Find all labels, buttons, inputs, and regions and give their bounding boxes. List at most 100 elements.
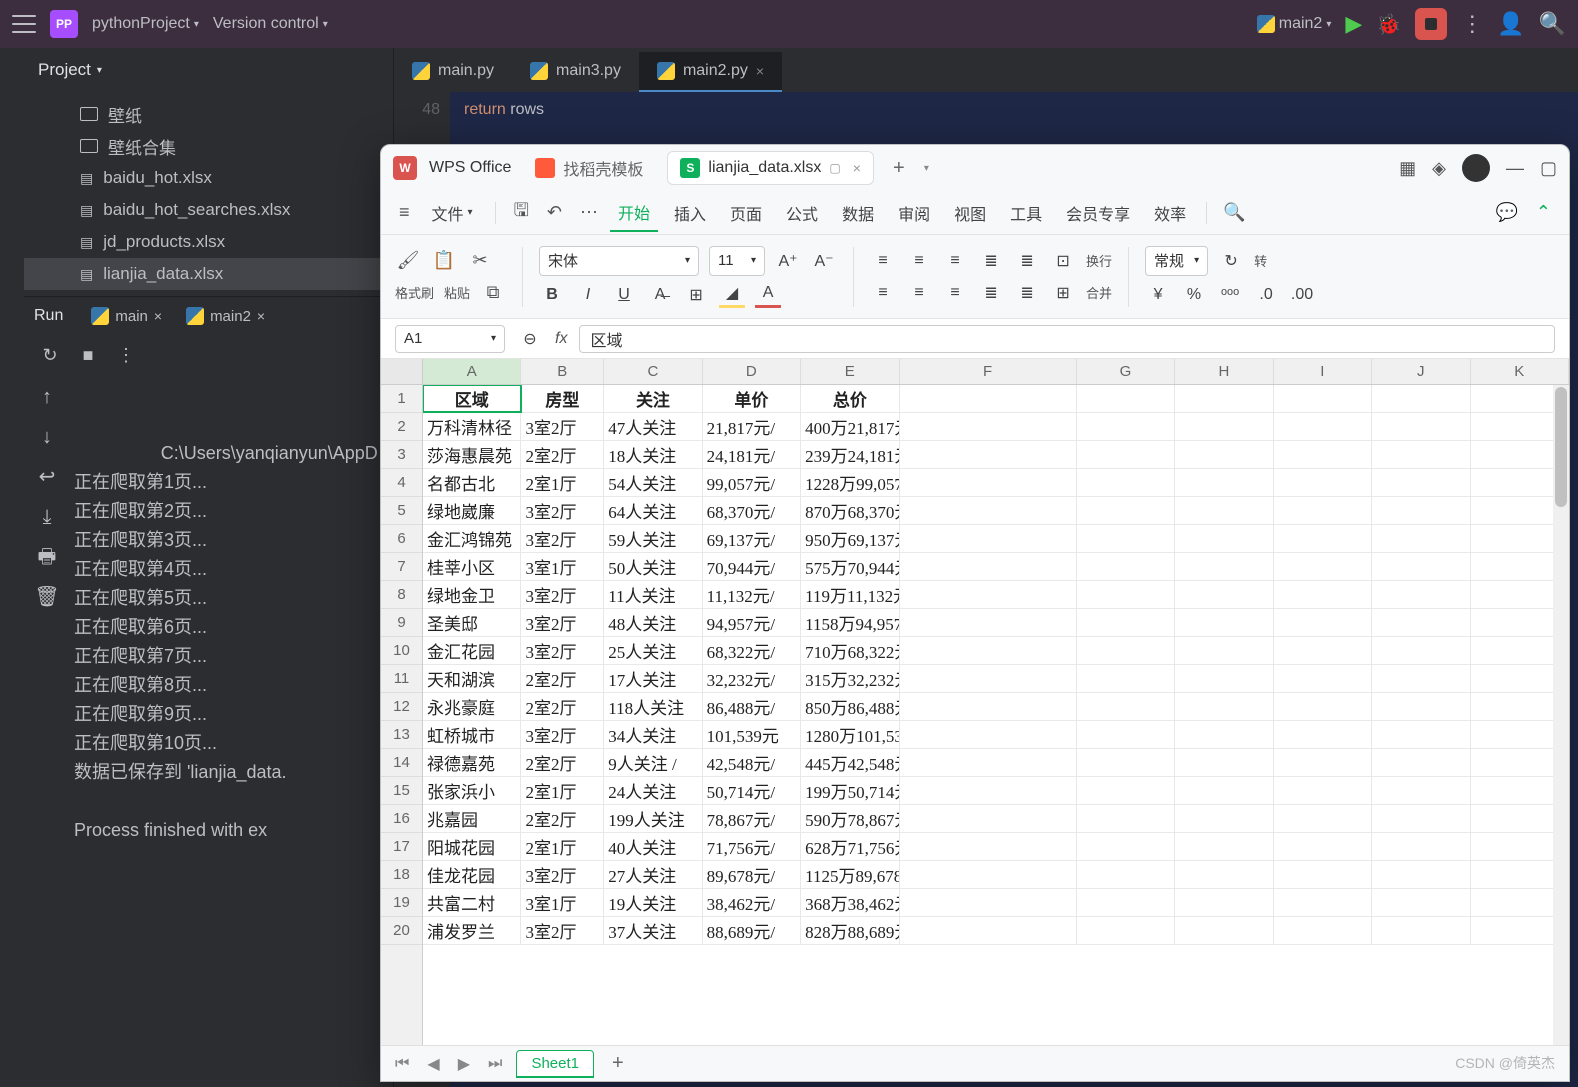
cell[interactable] <box>1274 609 1372 636</box>
cell[interactable] <box>1175 749 1273 776</box>
italic-button[interactable]: I <box>575 282 601 308</box>
view-tab[interactable]: 视图 <box>946 195 994 231</box>
cell[interactable] <box>1274 637 1372 664</box>
cell[interactable]: 3室2厅 <box>521 917 604 944</box>
wrap-icon[interactable]: ⊡ <box>1050 248 1076 274</box>
cell[interactable] <box>900 805 1077 832</box>
formula-input[interactable]: 区域 <box>579 325 1555 353</box>
dec-dec-icon[interactable]: .00 <box>1289 282 1315 308</box>
cell[interactable]: 9人关注 / <box>604 749 702 776</box>
cell[interactable] <box>900 497 1077 524</box>
cell[interactable] <box>1175 609 1273 636</box>
insert-tab[interactable]: 插入 <box>666 195 714 231</box>
cell[interactable]: 400万21,817元/平 <box>801 413 899 440</box>
row-header[interactable]: 15 <box>381 777 422 805</box>
cell[interactable]: 圣美邸 <box>423 609 521 636</box>
cell[interactable]: 金汇花园 <box>423 637 521 664</box>
cell[interactable]: 3室2厅 <box>521 413 604 440</box>
cell[interactable] <box>1175 833 1273 860</box>
cell[interactable]: 89,678元/ <box>703 861 801 888</box>
cell[interactable] <box>1372 749 1470 776</box>
cell[interactable]: 3室2厅 <box>521 721 604 748</box>
cell[interactable]: 40人关注 <box>604 833 702 860</box>
editor-tab[interactable]: main3.py <box>512 52 639 92</box>
cell[interactable] <box>1372 385 1470 412</box>
cell[interactable] <box>900 833 1077 860</box>
tree-item[interactable]: ▤baidu_hot_searches.xlsx <box>24 194 393 226</box>
cell[interactable] <box>900 441 1077 468</box>
bold-button[interactable]: B <box>539 282 565 308</box>
cell[interactable] <box>1274 665 1372 692</box>
cell[interactable] <box>900 777 1077 804</box>
currency-icon[interactable]: ¥ <box>1145 282 1171 308</box>
more-icon[interactable]: ⋮ <box>1461 11 1483 37</box>
file-menu[interactable]: 文件▾ <box>424 195 481 231</box>
scroll-thumb[interactable] <box>1555 387 1567 507</box>
cell[interactable]: 590万78,867元/平 <box>801 805 899 832</box>
cell[interactable]: 34人关注 <box>604 721 702 748</box>
sheet-last-icon[interactable]: ⏭ <box>484 1055 506 1073</box>
cell[interactable] <box>1077 553 1175 580</box>
more-icon[interactable]: ⋮ <box>114 343 138 367</box>
editor-tab[interactable]: main2.py× <box>639 52 782 92</box>
column-header[interactable]: J <box>1372 359 1470 384</box>
cell[interactable]: 虹桥城市 <box>423 721 521 748</box>
cell[interactable]: 37人关注 <box>604 917 702 944</box>
cell[interactable]: 名都古北 <box>423 469 521 496</box>
cell[interactable] <box>1077 833 1175 860</box>
cell[interactable]: 区域 <box>423 385 521 412</box>
cell[interactable]: 2室1厅 <box>521 777 604 804</box>
column-header[interactable]: E <box>801 359 899 384</box>
dec-inc-icon[interactable]: .0 <box>1253 282 1279 308</box>
column-header[interactable]: C <box>604 359 702 384</box>
window-icon[interactable]: ▢ <box>829 161 840 175</box>
fill-color-button[interactable]: ◢ <box>719 282 745 308</box>
cell[interactable] <box>1175 525 1273 552</box>
zoom-out-icon[interactable]: ⊖ <box>517 326 543 352</box>
cell[interactable] <box>1274 525 1372 552</box>
cell[interactable]: 47人关注 <box>604 413 702 440</box>
cell[interactable] <box>1274 889 1372 916</box>
cut-icon[interactable]: ✂ <box>467 248 493 274</box>
sheet-prev-icon[interactable]: ◀ <box>423 1054 443 1074</box>
cell[interactable] <box>1372 609 1470 636</box>
size-select[interactable]: 11▾ <box>709 246 765 276</box>
cell[interactable] <box>1274 917 1372 944</box>
cell[interactable]: 199万50,714元/平 <box>801 777 899 804</box>
cell[interactable] <box>1077 721 1175 748</box>
cell[interactable] <box>900 749 1077 776</box>
row-header[interactable]: 2 <box>381 413 422 441</box>
cell[interactable] <box>1175 777 1273 804</box>
row-header[interactable]: 5 <box>381 497 422 525</box>
row-header[interactable]: 14 <box>381 749 422 777</box>
cell[interactable] <box>1372 721 1470 748</box>
cell[interactable] <box>1175 441 1273 468</box>
cell[interactable]: 88,689元/ <box>703 917 801 944</box>
cell[interactable] <box>1077 385 1175 412</box>
cell[interactable] <box>900 917 1077 944</box>
cell[interactable]: 950万69,137元/平 <box>801 525 899 552</box>
cell[interactable]: 浦发罗兰 <box>423 917 521 944</box>
cell[interactable] <box>1274 581 1372 608</box>
cell[interactable] <box>1077 413 1175 440</box>
column-header[interactable]: D <box>703 359 801 384</box>
cell[interactable] <box>1274 553 1372 580</box>
cell[interactable] <box>1274 833 1372 860</box>
cell[interactable]: 万科清林径 <box>423 413 521 440</box>
cell[interactable] <box>1372 665 1470 692</box>
cell[interactable] <box>1274 469 1372 496</box>
cell[interactable] <box>1175 637 1273 664</box>
cell[interactable] <box>1077 497 1175 524</box>
cell[interactable]: 共富二村 <box>423 889 521 916</box>
cell[interactable]: 199人关注 <box>604 805 702 832</box>
sheet-first-icon[interactable]: ⏮ <box>391 1055 413 1073</box>
column-header[interactable]: F <box>900 359 1077 384</box>
cell[interactable] <box>1372 581 1470 608</box>
cell[interactable] <box>900 385 1077 412</box>
cell[interactable]: 850万86,488元/平 <box>801 693 899 720</box>
cell[interactable]: 总价 <box>801 385 899 412</box>
wrap-icon[interactable]: ↩ <box>34 463 60 491</box>
cell[interactable]: 78,867元/ <box>703 805 801 832</box>
column-header[interactable]: A <box>423 359 521 384</box>
cell[interactable] <box>900 721 1077 748</box>
